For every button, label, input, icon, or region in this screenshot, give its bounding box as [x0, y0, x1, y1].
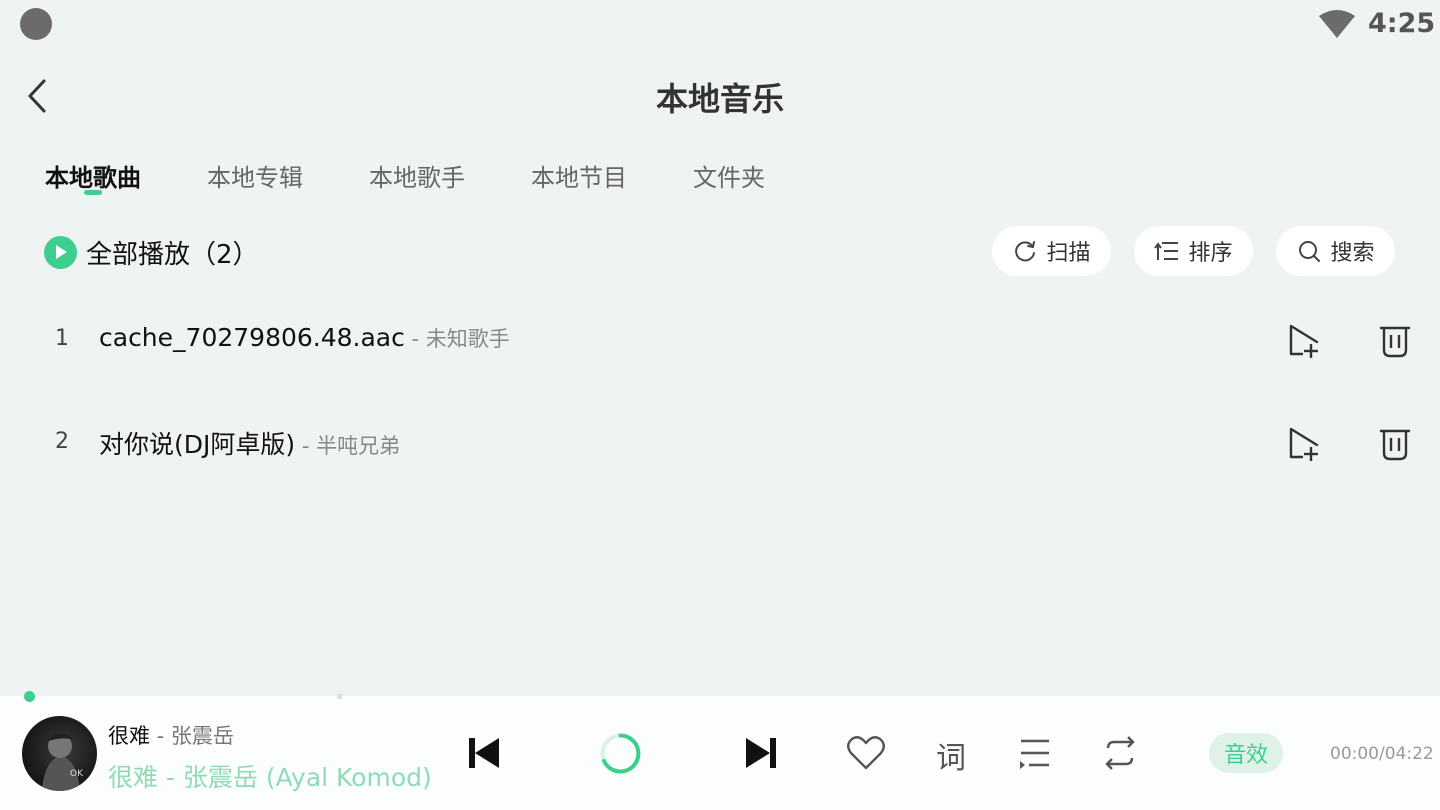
- delete-icon[interactable]: [1375, 320, 1415, 360]
- status-time: 4:25: [1368, 8, 1436, 39]
- now-playing-song: 很难: [108, 724, 150, 748]
- status-indicator-dot: [20, 8, 52, 40]
- playback-time: 00:00/04:22: [1330, 744, 1434, 764]
- tab-local-programs[interactable]: 本地节目: [531, 158, 627, 193]
- song-title-line[interactable]: 对你说(DJ阿卓版) - 半吨兄弟: [99, 425, 400, 461]
- sort-label: 排序: [1188, 241, 1233, 266]
- scan-button[interactable]: 扫描: [992, 226, 1111, 276]
- tab-folders[interactable]: 文件夹: [693, 158, 765, 193]
- search-icon: [1299, 241, 1321, 262]
- wifi-icon: [1319, 10, 1355, 38]
- song-title: 对你说(DJ阿卓版): [99, 430, 296, 459]
- song-index: 1: [55, 326, 69, 351]
- progress-bar[interactable]: [30, 695, 342, 699]
- song-artist: - 半吨兄弟: [295, 434, 401, 458]
- song-artist: - 未知歌手: [404, 327, 510, 351]
- previous-track-icon[interactable]: [466, 735, 502, 771]
- search-label: 搜索: [1330, 241, 1375, 266]
- svg-text:OK: OK: [70, 769, 84, 779]
- album-cover[interactable]: OK: [22, 716, 97, 791]
- delete-icon[interactable]: [1375, 423, 1415, 463]
- lyrics-icon[interactable]: 词: [936, 733, 966, 777]
- tab-local-artists[interactable]: 本地歌手: [369, 158, 465, 193]
- heart-icon[interactable]: [846, 735, 886, 771]
- scan-label: 扫描: [1046, 241, 1091, 266]
- playlist-icon[interactable]: [1017, 737, 1051, 769]
- progress-handle[interactable]: [24, 691, 35, 702]
- add-to-playlist-icon[interactable]: [1285, 320, 1325, 360]
- now-playing-artist: - 张震岳: [150, 724, 234, 748]
- progress-end-marker: [337, 694, 342, 699]
- sound-effect-button[interactable]: 音效: [1209, 733, 1283, 773]
- refresh-icon: [1015, 241, 1036, 262]
- now-playing-line: 很难 - 张震岳: [108, 720, 234, 750]
- song-title: cache_70279806.48.aac: [99, 323, 405, 352]
- tab-local-albums[interactable]: 本地专辑: [207, 158, 303, 193]
- repeat-icon[interactable]: [1100, 734, 1140, 772]
- loading-play-icon[interactable]: [598, 731, 643, 776]
- add-to-playlist-icon[interactable]: [1285, 423, 1325, 463]
- play-icon: [44, 235, 77, 269]
- play-all-button[interactable]: 全部播放（2）: [44, 233, 259, 271]
- song-title-line[interactable]: cache_70279806.48.aac - 未知歌手: [99, 323, 510, 353]
- sort-button[interactable]: 排序: [1134, 226, 1253, 276]
- tab-local-songs[interactable]: 本地歌曲: [45, 158, 141, 193]
- search-button[interactable]: 搜索: [1276, 226, 1395, 276]
- next-track-icon[interactable]: [743, 735, 779, 771]
- page-title: 本地音乐: [655, 80, 784, 118]
- sort-icon: [1154, 242, 1179, 260]
- play-all-label: 全部播放（2）: [86, 239, 259, 270]
- now-playing-subtitle: 很难 - 张震岳 (Ayal Komod): [108, 763, 432, 792]
- song-index: 2: [55, 429, 69, 454]
- active-tab-indicator: [84, 190, 102, 195]
